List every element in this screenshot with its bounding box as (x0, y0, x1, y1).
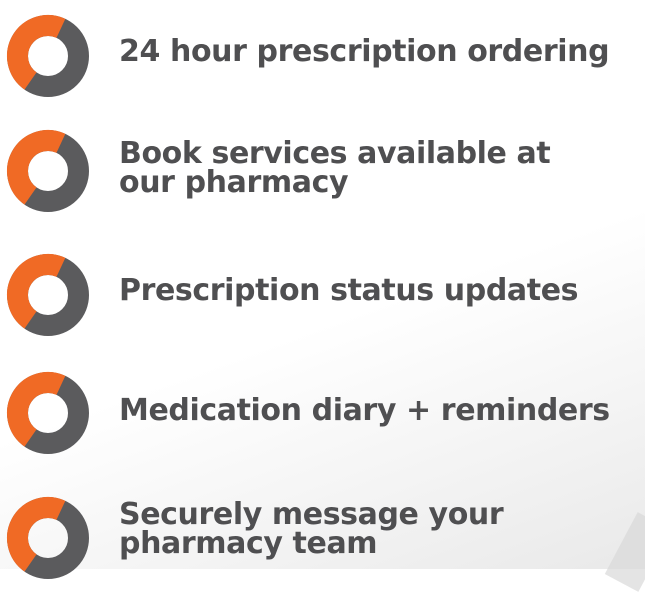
ring-icon (3, 126, 93, 216)
ring-icon (3, 11, 93, 101)
feature-label: Prescription status updates (119, 273, 579, 308)
ring-icon (3, 368, 93, 458)
feature-label: Medication diary + reminders (119, 393, 610, 428)
feature-label: Securely message your pharmacy team (119, 497, 504, 561)
ring-accent-arc (7, 497, 66, 572)
ring-accent-arc (7, 372, 66, 447)
feature-label: 24 hour prescription ordering (119, 34, 610, 69)
ring-icon-graphic (7, 15, 89, 97)
feature-label: Book services available at our pharmacy (119, 136, 551, 200)
ring-icon-graphic (7, 372, 89, 454)
ring-icon-graphic (7, 254, 89, 336)
ring-accent-arc (7, 254, 66, 329)
ring-accent-arc (7, 15, 66, 90)
ring-icon-graphic (7, 130, 89, 212)
ring-icon (3, 250, 93, 340)
ring-icon (3, 493, 93, 583)
feature-list: 24 hour prescription ordering Book servi… (0, 0, 645, 579)
ring-accent-arc (7, 130, 66, 205)
ring-icon-graphic (7, 497, 89, 579)
